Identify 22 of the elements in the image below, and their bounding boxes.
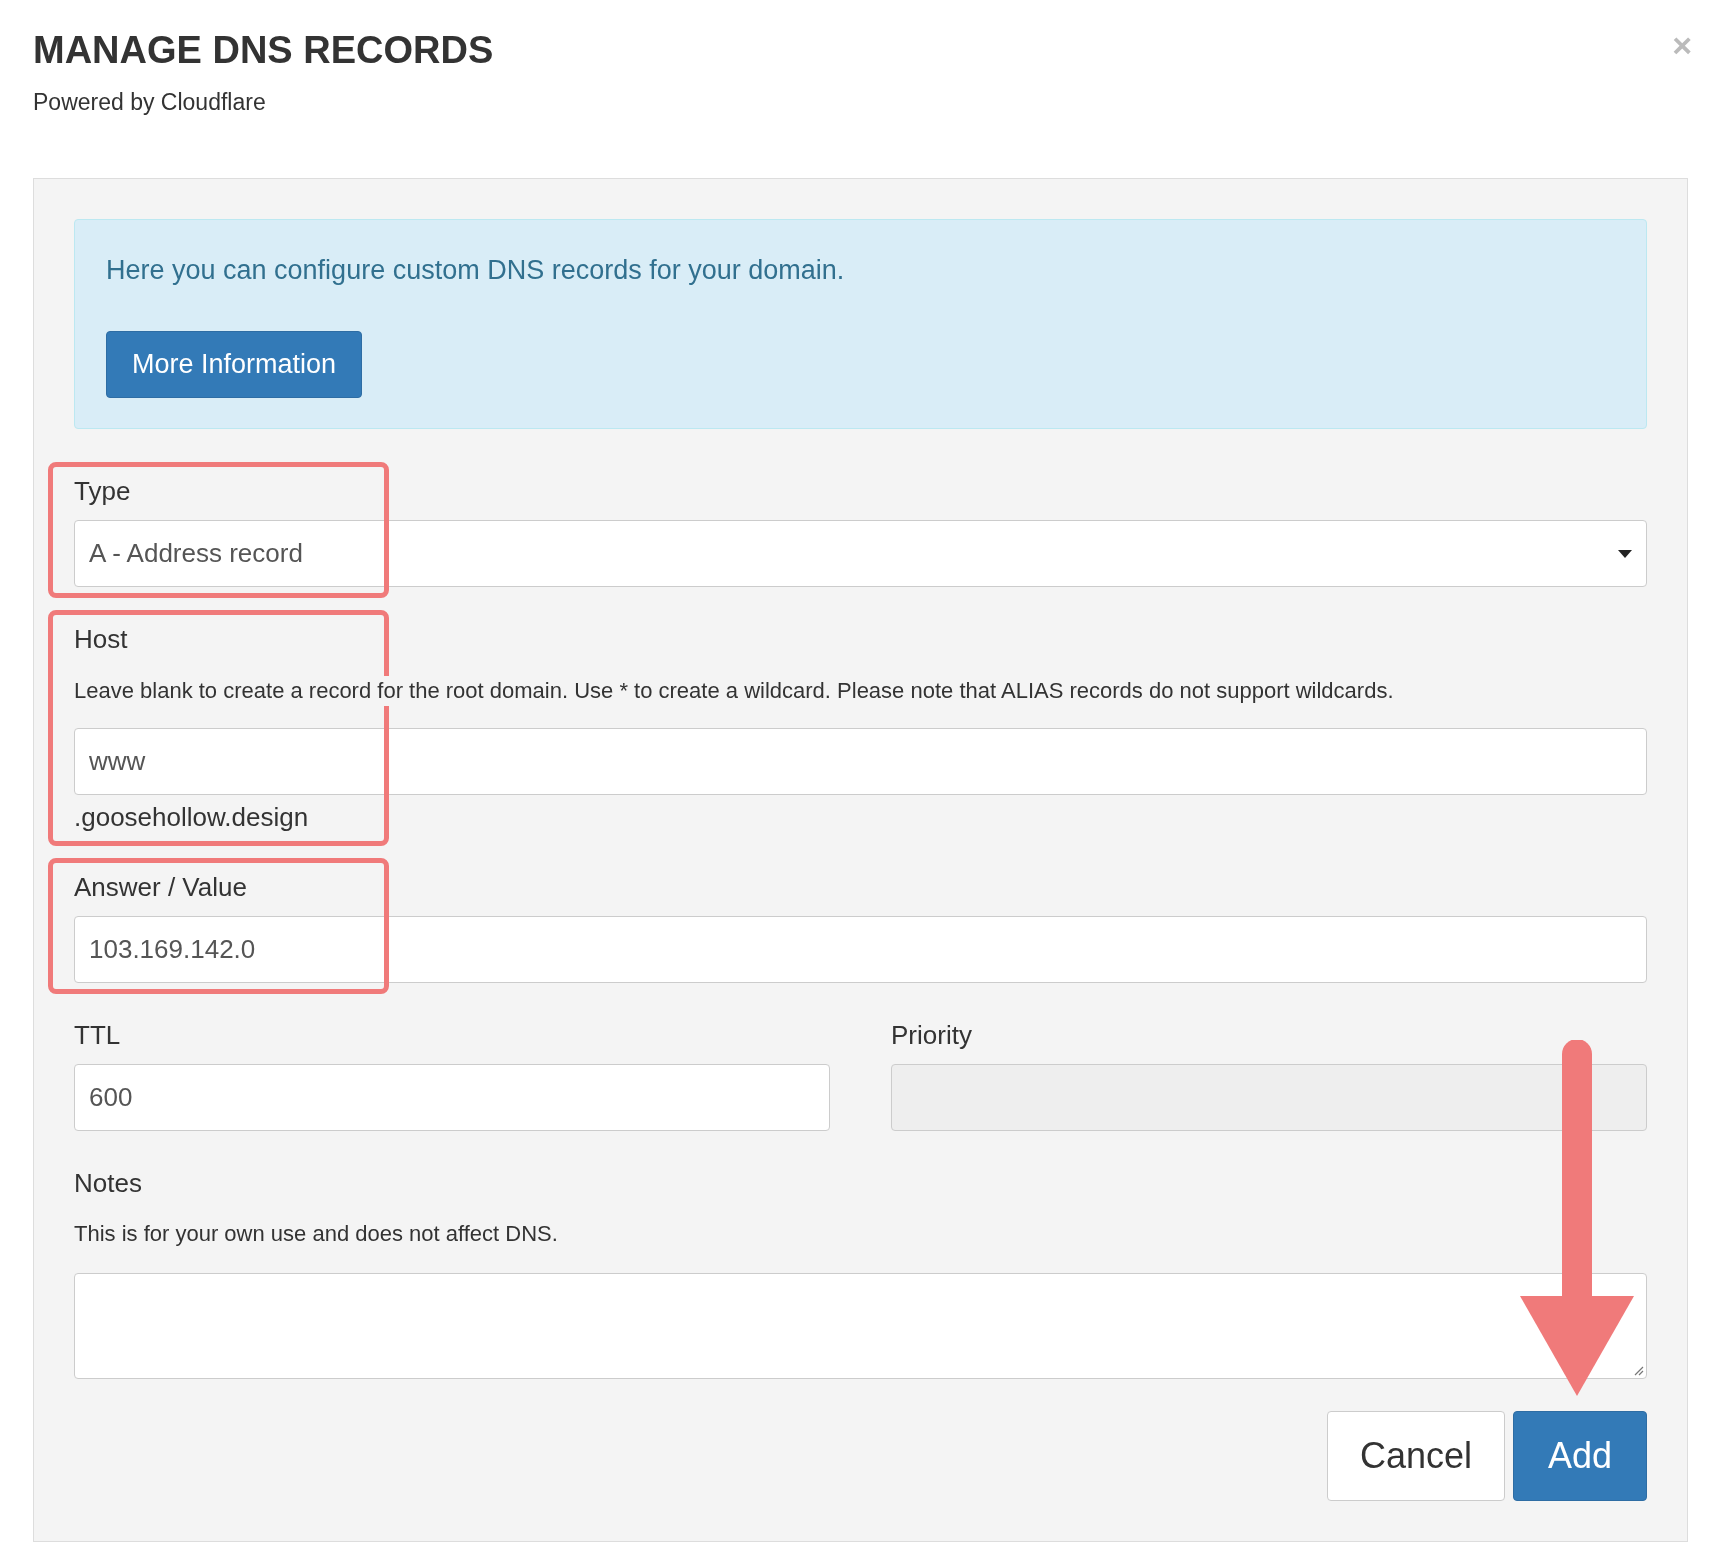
field-label: Notes — [74, 1167, 143, 1200]
more-information-button[interactable]: More Information — [106, 331, 363, 398]
resize-grip-icon — [1632, 1364, 1644, 1376]
ttl-input[interactable]: 600 — [74, 1064, 830, 1131]
notes-textarea[interactable] — [74, 1273, 1647, 1379]
field-label: Host — [74, 623, 129, 656]
dialog-subtitle: Powered by Cloudflare — [33, 88, 267, 117]
dialog-title: MANAGE DNS RECORDS — [33, 28, 494, 73]
field-label: Type — [74, 475, 132, 508]
field-label: Answer / Value — [74, 871, 248, 904]
field-label: Priority — [891, 1019, 973, 1052]
type-select[interactable]: A - Address record — [74, 520, 1647, 587]
domain-suffix: .goosehollow.design — [74, 801, 310, 834]
input-field[interactable]: 103.169.142.0 — [74, 916, 1647, 983]
input-field[interactable]: www — [74, 728, 1647, 795]
help-text: This is for your own use and does not affect DNS. — [74, 1220, 559, 1248]
field-label: TTL — [74, 1019, 122, 1052]
info-text: Here you can configure custom DNS records for your domain. — [106, 254, 845, 287]
cancel-button[interactable]: Cancel — [1327, 1411, 1505, 1501]
caret-icon — [1618, 549, 1632, 558]
add-button[interactable]: Add — [1513, 1411, 1647, 1501]
help-text: Leave blank to create a record for the root domain. Use * to create a wildcard. Please note that ALIAS records do not support wildcards. — [74, 676, 1394, 706]
